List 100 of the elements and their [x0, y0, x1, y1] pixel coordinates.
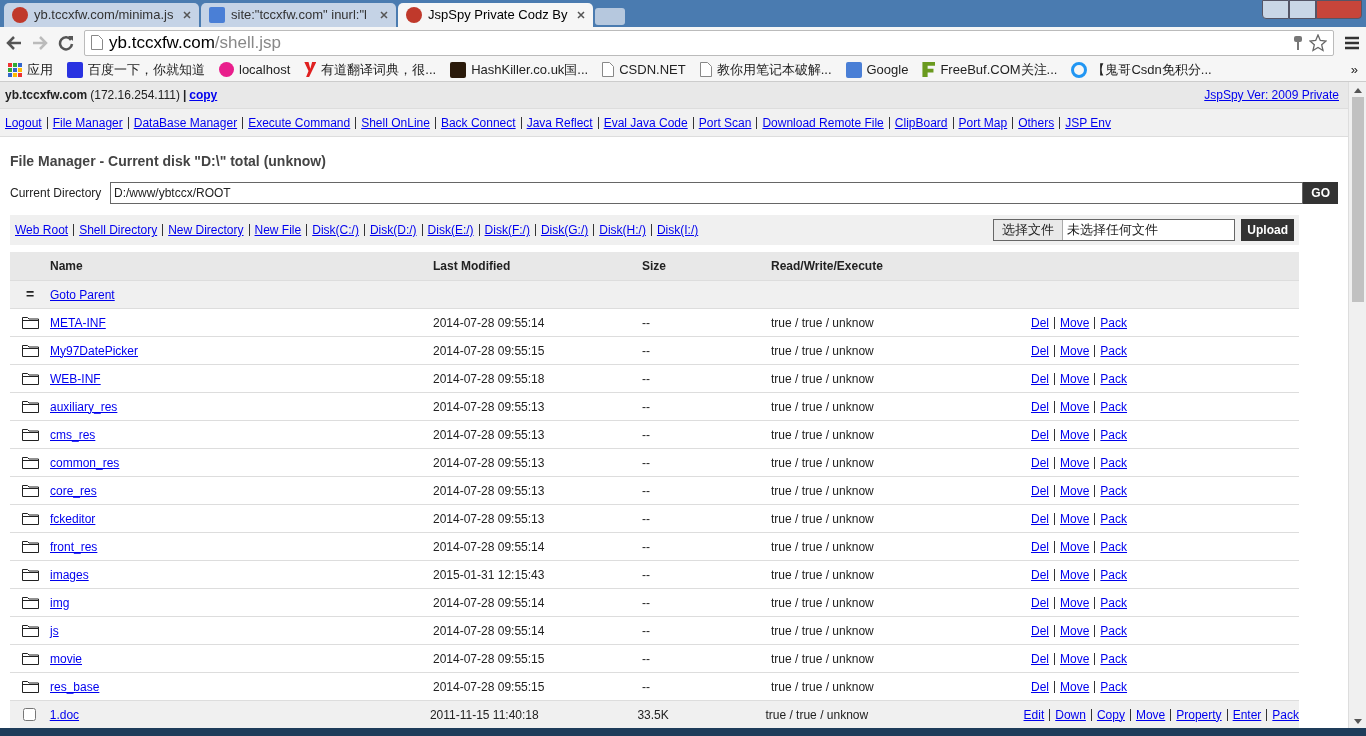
tool-link[interactable]: Web Root	[15, 221, 69, 239]
bookmark[interactable]: FreeBuf.COM关注...	[940, 59, 1058, 80]
browser-tab[interactable]: JspSpy Private Codz By	[398, 3, 593, 27]
nav-link[interactable]: Download Remote File	[762, 113, 884, 132]
nav-link[interactable]: JSP Env	[1065, 113, 1111, 132]
action-link[interactable]: Del	[1031, 369, 1049, 388]
minimize-button[interactable]	[1262, 0, 1289, 19]
action-link[interactable]: Del	[1031, 565, 1049, 584]
go-button[interactable]: GO	[1303, 182, 1338, 204]
action-link[interactable]: Pack	[1100, 537, 1128, 556]
bookmark[interactable]: 教你用笔记本破解...	[716, 59, 832, 80]
file-name-link[interactable]: cms_res	[50, 427, 96, 442]
file-name-link[interactable]: META-INF	[50, 315, 106, 330]
action-link[interactable]: Move	[1060, 341, 1090, 360]
action-link[interactable]: Move	[1060, 369, 1090, 388]
action-link[interactable]: Pack	[1100, 593, 1128, 612]
nav-link[interactable]: Port Map	[958, 113, 1008, 132]
action-link[interactable]: Move	[1060, 453, 1090, 472]
action-link[interactable]: Pack	[1100, 649, 1128, 668]
tool-link[interactable]: Disk(E:/)	[427, 221, 474, 239]
action-link[interactable]: Move	[1060, 509, 1090, 528]
action-link[interactable]: Move	[1135, 705, 1166, 724]
action-link[interactable]: Move	[1060, 677, 1090, 696]
action-link[interactable]: Del	[1031, 341, 1049, 360]
action-link[interactable]: Del	[1031, 509, 1049, 528]
menu-icon[interactable]	[1344, 35, 1360, 50]
action-link[interactable]: Move	[1060, 397, 1090, 416]
action-link[interactable]: Pack	[1100, 453, 1128, 472]
file-name-link[interactable]: js	[50, 623, 59, 638]
file-name-link[interactable]: res_base	[50, 679, 100, 694]
more-bookmarks[interactable]: »	[1350, 59, 1358, 80]
nav-link[interactable]: Others	[1018, 113, 1055, 132]
scroll-up-icon[interactable]	[1353, 88, 1362, 93]
action-link[interactable]: Pack	[1100, 481, 1128, 500]
key-icon[interactable]	[1293, 34, 1303, 51]
tool-link[interactable]: Disk(F:/)	[484, 221, 530, 239]
file-name-link[interactable]: movie	[50, 651, 82, 666]
action-link[interactable]: Copy	[1096, 705, 1125, 724]
action-link[interactable]: Move	[1060, 565, 1090, 584]
file-name-link[interactable]: WEB-INF	[50, 371, 101, 386]
action-link[interactable]: Move	[1060, 621, 1090, 640]
nav-link[interactable]: Back Connect	[440, 113, 516, 132]
scrollbar[interactable]	[1348, 82, 1366, 728]
close-icon[interactable]	[380, 11, 388, 19]
nav-link[interactable]: File Manager	[52, 113, 123, 132]
action-link[interactable]: Move	[1060, 481, 1090, 500]
file-name-link[interactable]: Goto Parent	[50, 287, 115, 302]
version-link[interactable]: JspSpy Ver: 2009 Private	[1204, 86, 1339, 104]
action-link[interactable]: Del	[1031, 453, 1049, 472]
bookmark[interactable]: HashKiller.co.uk国...	[471, 59, 589, 80]
bookmark[interactable]: 【鬼哥Csdn免积分...	[1092, 59, 1212, 80]
tool-link[interactable]: New Directory	[168, 221, 244, 239]
close-icon[interactable]	[183, 11, 191, 19]
file-name-link[interactable]: fckeditor	[50, 511, 96, 526]
action-link[interactable]: Property	[1176, 705, 1222, 724]
scroll-down-icon[interactable]	[1353, 719, 1362, 724]
reload-icon[interactable]	[58, 34, 74, 51]
copy-link[interactable]: copy	[189, 86, 218, 104]
action-link[interactable]: Pack	[1100, 313, 1128, 332]
action-link[interactable]: Pack	[1100, 425, 1128, 444]
action-link[interactable]: Pack	[1100, 369, 1128, 388]
action-link[interactable]: Move	[1060, 649, 1090, 668]
action-link[interactable]: Down	[1055, 705, 1086, 724]
file-name-link[interactable]: common_res	[50, 455, 120, 470]
bookmark[interactable]: 应用	[27, 59, 53, 80]
action-link[interactable]: Del	[1031, 425, 1049, 444]
action-link[interactable]: Del	[1031, 621, 1049, 640]
maximize-button[interactable]	[1289, 0, 1316, 19]
back-arrow-icon[interactable]	[6, 35, 22, 50]
file-input[interactable]: 选择文件 未选择任何文件	[993, 219, 1236, 241]
bookmark[interactable]: Google	[866, 59, 909, 80]
tool-link[interactable]: Disk(G:/)	[540, 221, 589, 239]
browser-tab[interactable]: yb.tccxfw.com/minima.js	[4, 3, 199, 27]
file-name-link[interactable]: auxiliary_res	[50, 399, 118, 414]
nav-link[interactable]: Eval Java Code	[603, 113, 688, 132]
action-link[interactable]: Move	[1060, 593, 1090, 612]
close-icon[interactable]	[577, 11, 585, 19]
action-link[interactable]: Del	[1031, 593, 1049, 612]
file-name-link[interactable]: front_res	[50, 539, 98, 554]
tool-link[interactable]: Disk(I:/)	[656, 221, 699, 239]
nav-link[interactable]: Port Scan	[698, 113, 752, 132]
action-link[interactable]: Del	[1031, 397, 1049, 416]
bookmark[interactable]: localhost	[239, 59, 291, 80]
action-link[interactable]: Del	[1031, 481, 1049, 500]
action-link[interactable]: Pack	[1100, 677, 1128, 696]
browser-tab[interactable]: site:"tccxfw.com" inurl:"l	[201, 3, 396, 27]
nav-link[interactable]: Execute Command	[248, 113, 351, 132]
nav-link[interactable]: Shell OnLine	[361, 113, 430, 132]
bookmark[interactable]: 有道翻译词典，很...	[321, 59, 437, 80]
nav-link[interactable]: DataBase Manager	[133, 113, 238, 132]
tool-link[interactable]: Disk(D:/)	[369, 221, 417, 239]
action-link[interactable]: Del	[1031, 677, 1049, 696]
nav-link[interactable]: Logout	[5, 113, 42, 132]
action-link[interactable]: Del	[1031, 537, 1049, 556]
bookmark[interactable]: CSDN.NET	[619, 59, 686, 80]
action-link[interactable]: Pack	[1100, 341, 1128, 360]
tool-link[interactable]: Disk(H:/)	[599, 221, 646, 239]
tool-link[interactable]: Shell Directory	[79, 221, 158, 239]
action-link[interactable]: Del	[1031, 649, 1049, 668]
file-name-link[interactable]: 1.doc	[49, 707, 80, 722]
